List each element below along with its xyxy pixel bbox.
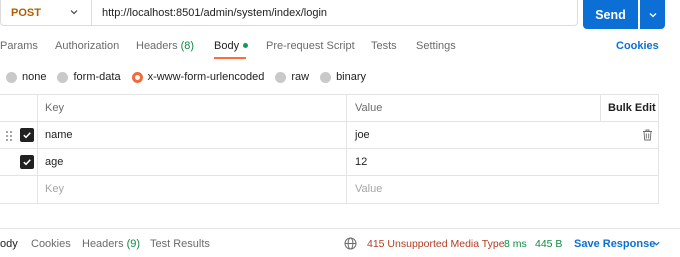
- row-key[interactable]: name: [45, 129, 73, 141]
- tab-label: Tests: [371, 40, 397, 52]
- tab-label: Pre-request Script: [266, 40, 355, 52]
- drag-handle-icon[interactable]: [5, 130, 13, 142]
- bulk-edit-button[interactable]: Bulk Edit: [608, 102, 656, 114]
- row-key[interactable]: age: [45, 156, 63, 168]
- body-type-form-data[interactable]: form-data: [57, 71, 121, 83]
- response-status: 415 Unsupported Media Type: [367, 238, 505, 250]
- tab-authorization[interactable]: Authorization: [55, 40, 119, 52]
- table-row: age 12: [0, 149, 658, 176]
- key-value-table: Key Value Bulk Edit name joe age 12 Key …: [0, 94, 659, 204]
- tab-params[interactable]: Params: [0, 40, 38, 52]
- radio-label: raw: [291, 71, 310, 83]
- body-type-none[interactable]: none: [6, 71, 46, 83]
- send-options-button[interactable]: [640, 0, 665, 29]
- body-type-raw[interactable]: raw: [275, 71, 309, 83]
- table-row: name joe: [0, 122, 658, 149]
- body-indicator-dot: [243, 42, 249, 48]
- delete-icon[interactable]: [642, 129, 653, 141]
- method-label: POST: [11, 6, 41, 19]
- body-type-x-www-form-urlencoded[interactable]: x-www-form-urlencoded: [131, 71, 265, 83]
- checkmark-icon: [23, 132, 31, 139]
- tab-label: Headers: [136, 40, 178, 52]
- tab-label: Cookies: [31, 238, 71, 250]
- response-time: 8 ms: [504, 238, 527, 250]
- body-type-binary[interactable]: binary: [320, 71, 366, 83]
- radio-button[interactable]: [320, 71, 332, 83]
- response-tab-cookies[interactable]: Cookies: [31, 238, 71, 250]
- headers-count: (8): [180, 40, 195, 52]
- value-column-header: Value: [355, 102, 383, 114]
- tab-pre-request-script[interactable]: Pre-request Script: [266, 40, 355, 52]
- radio-label: x-www-form-urlencoded: [147, 71, 265, 83]
- new-value-placeholder[interactable]: Value: [355, 183, 382, 195]
- row-enabled-checkbox[interactable]: [20, 128, 34, 142]
- request-url-bar: POST: [0, 0, 578, 26]
- send-button[interactable]: Send: [583, 0, 638, 29]
- row-value[interactable]: 12: [355, 156, 367, 168]
- radio-button[interactable]: [6, 71, 17, 83]
- new-key-placeholder[interactable]: Key: [45, 183, 64, 195]
- table-row-new: Key Value: [0, 176, 658, 203]
- radio-button[interactable]: [57, 71, 69, 83]
- tab-label: Params: [0, 40, 38, 52]
- tab-label: Headers: [82, 238, 124, 250]
- save-response-button[interactable]: Save Response: [574, 238, 655, 250]
- radio-button-selected[interactable]: [131, 71, 143, 83]
- tab-label: ody: [0, 238, 18, 250]
- checkmark-icon: [23, 159, 31, 166]
- response-tab-headers[interactable]: Headers (9): [82, 238, 140, 250]
- headers-count: (9): [126, 238, 141, 250]
- radio-label: none: [22, 71, 47, 83]
- request-tabs: Params Authorization Headers (8) Body Pr…: [0, 40, 680, 60]
- radio-label: form-data: [73, 71, 121, 83]
- cookies-link[interactable]: Cookies: [616, 40, 659, 52]
- key-column-header: Key: [45, 102, 64, 114]
- row-value[interactable]: joe: [355, 129, 370, 141]
- response-tab-body[interactable]: ody: [0, 238, 18, 250]
- response-bar: ody Cookies Headers (9) Test Results 415…: [0, 228, 680, 257]
- response-tab-test-results[interactable]: Test Results: [150, 238, 210, 250]
- tab-headers[interactable]: Headers (8): [136, 40, 194, 52]
- tab-label: Test Results: [150, 238, 210, 250]
- radio-button[interactable]: [275, 71, 287, 83]
- body-type-radio-group: none form-data x-www-form-urlencoded raw…: [6, 70, 377, 84]
- active-tab-underline: [214, 57, 246, 59]
- globe-icon[interactable]: [344, 237, 357, 250]
- chevron-down-icon[interactable]: [69, 7, 79, 17]
- tab-label: Authorization: [55, 40, 120, 52]
- radio-label: binary: [336, 71, 367, 83]
- table-header-row: Key Value Bulk Edit: [0, 95, 658, 122]
- url-input[interactable]: [92, 6, 562, 19]
- row-enabled-checkbox[interactable]: [20, 155, 34, 169]
- tab-tests[interactable]: Tests: [371, 40, 397, 52]
- tab-body[interactable]: Body: [214, 40, 249, 52]
- tab-settings[interactable]: Settings: [416, 40, 456, 52]
- chevron-down-icon: [649, 12, 656, 17]
- tab-label: Body: [214, 40, 240, 52]
- send-button-label: Send: [595, 7, 626, 22]
- response-size: 445 B: [535, 238, 563, 250]
- tab-label: Settings: [416, 40, 456, 52]
- chevron-down-icon[interactable]: [652, 239, 661, 248]
